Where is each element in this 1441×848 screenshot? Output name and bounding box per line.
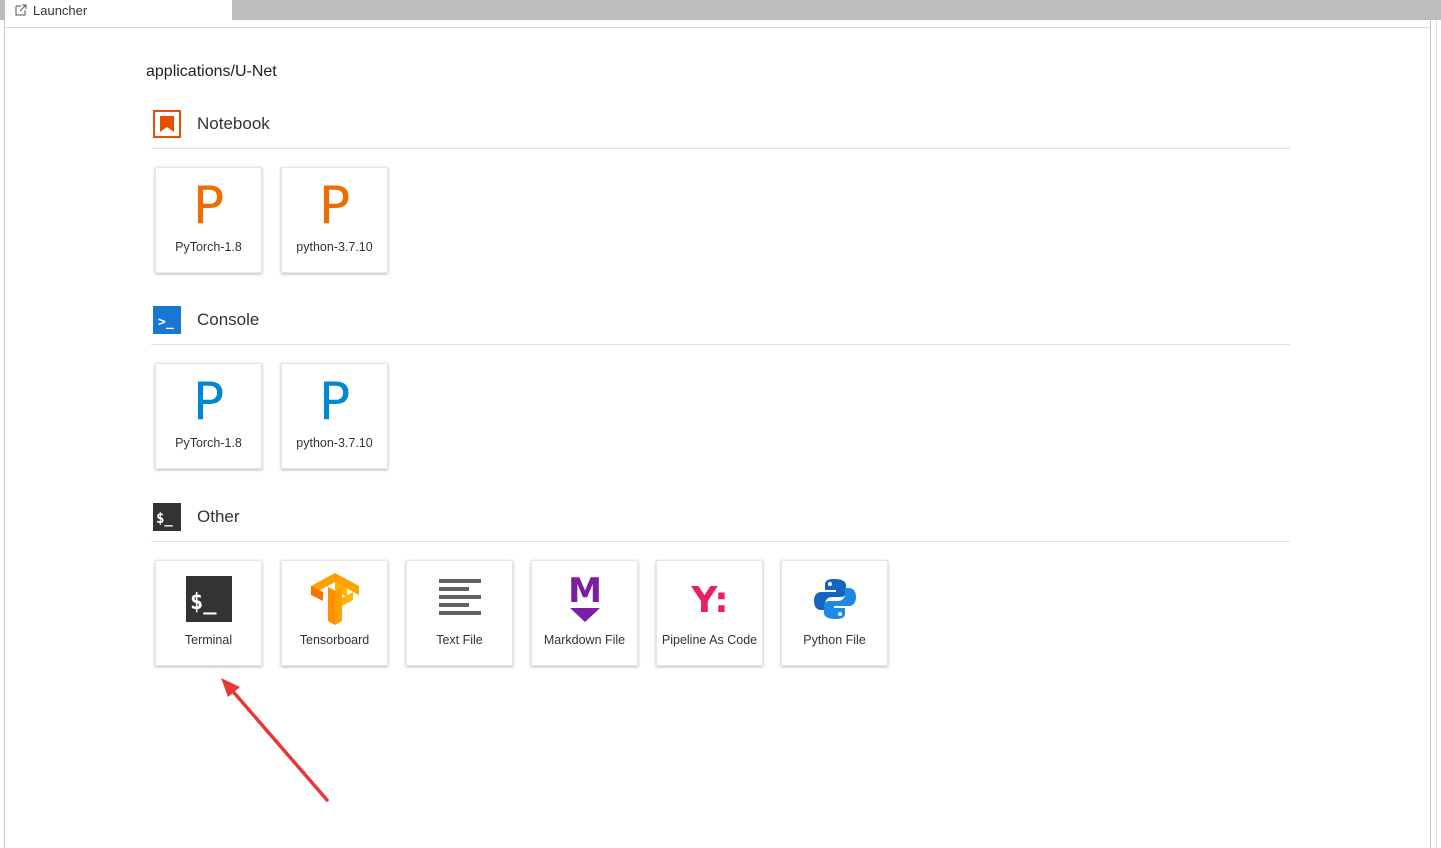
markdown-icon: M <box>568 572 602 622</box>
other-card-markdown-file[interactable]: M Markdown File <box>531 560 638 666</box>
tab-launcher[interactable]: Launcher <box>5 0 232 20</box>
card-label: Tensorboard <box>299 633 370 647</box>
card-label: Pipeline As Code <box>661 633 758 647</box>
terminal-prompt-glyph: $_ <box>156 511 173 527</box>
section-notebook-header: Notebook <box>153 110 270 138</box>
other-card-terminal[interactable]: $_ Terminal <box>155 560 262 666</box>
other-card-tensorboard[interactable]: Tensorboard <box>281 560 388 666</box>
section-console-header: >_ Console <box>153 306 259 334</box>
terminal-icon-glyph: $_ <box>190 590 217 615</box>
console-card-pytorch[interactable]: P PyTorch-1.8 <box>155 363 262 469</box>
card-label: Terminal <box>184 633 233 647</box>
current-directory: applications/U-Net <box>146 63 277 80</box>
other-card-python-file[interactable]: Python File <box>781 560 888 666</box>
annotation-arrow <box>221 678 329 802</box>
launcher-icon <box>15 4 27 16</box>
notebook-card-pytorch[interactable]: P PyTorch-1.8 <box>155 167 262 273</box>
card-label: PyTorch-1.8 <box>175 240 242 254</box>
section-console-title: Console <box>197 310 260 329</box>
pipeline-letters: Y: <box>690 580 728 621</box>
panel-divider <box>5 27 1431 28</box>
section-other-title: Other <box>197 507 240 526</box>
pipeline-as-code-icon: Y: <box>690 580 728 621</box>
console-section-icon: >_ <box>153 306 181 334</box>
kernel-letter-icon: P <box>192 372 225 432</box>
card-label: Markdown File <box>543 633 626 647</box>
text-file-icon <box>438 579 481 615</box>
card-label: PyTorch-1.8 <box>175 436 242 450</box>
console-prompt-glyph: >_ <box>158 315 174 330</box>
kernel-letter-icon: P <box>192 176 225 236</box>
markdown-letter: M <box>568 572 602 611</box>
tab-title: Launcher <box>33 2 88 18</box>
section-divider <box>151 344 1290 345</box>
other-card-text-file[interactable]: Text File <box>406 560 513 666</box>
python-icon <box>813 579 856 619</box>
other-card-pipeline-as-code[interactable]: Y: Pipeline As Code <box>656 560 763 666</box>
section-notebook-title: Notebook <box>197 114 270 133</box>
notebook-section-icon <box>153 110 181 138</box>
console-card-python[interactable]: P python-3.7.10 <box>281 363 388 469</box>
card-label: python-3.7.10 <box>296 240 373 254</box>
section-other-header: $_ Other <box>153 503 240 531</box>
card-label: python-3.7.10 <box>296 436 373 450</box>
terminal-icon: $_ <box>185 576 232 622</box>
scrollbar-gutter <box>1431 20 1441 848</box>
tensorboard-icon <box>310 573 359 625</box>
kernel-letter-icon: P <box>318 176 351 236</box>
kernel-letter-icon: P <box>318 372 351 432</box>
section-divider <box>151 541 1290 542</box>
section-divider <box>151 148 1290 149</box>
notebook-card-python[interactable]: P python-3.7.10 <box>281 167 388 273</box>
other-section-icon: $_ <box>153 503 181 531</box>
card-label: Python File <box>803 633 866 647</box>
card-label: Text File <box>436 633 483 647</box>
